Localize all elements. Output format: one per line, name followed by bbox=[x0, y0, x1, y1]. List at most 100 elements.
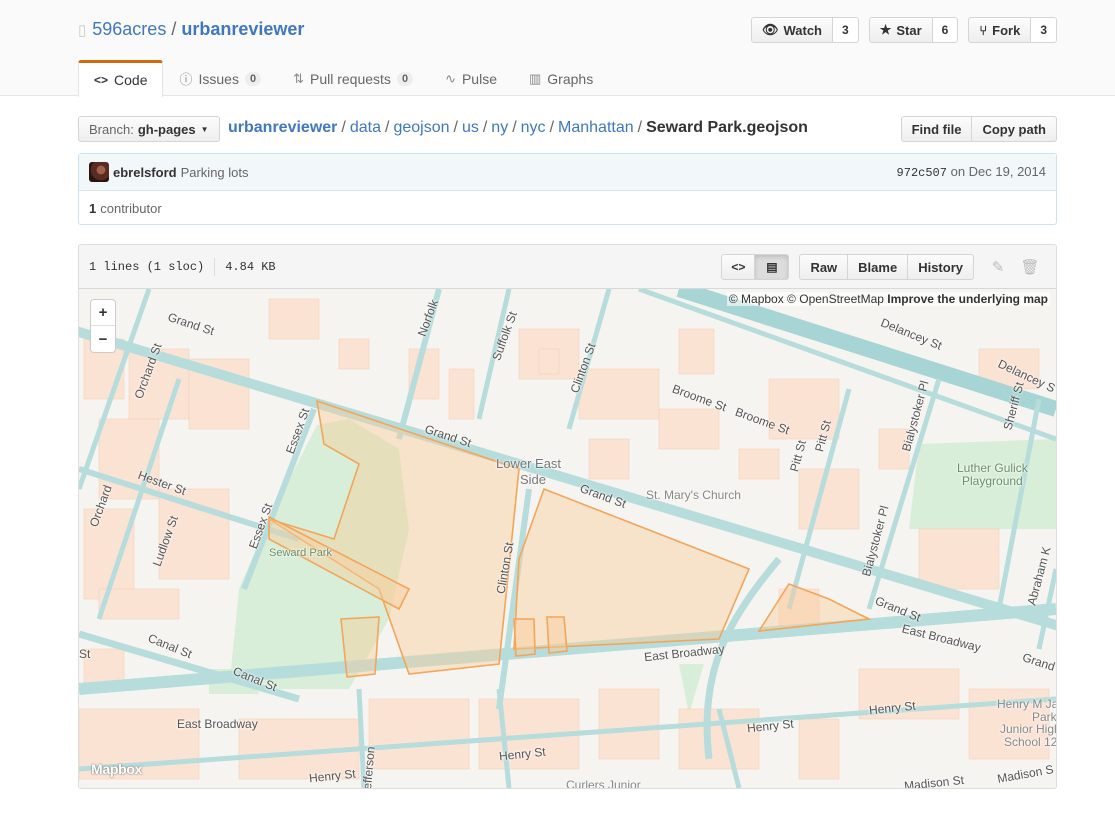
tab-issues-label: Issues bbox=[198, 70, 239, 87]
repo-actions: 👁 Watch 3 ★ Star 6 ⑂ Fork 3 bbox=[750, 17, 1057, 43]
file-navigation: Branch: gh-pages ▼ urbanreviewer / data / ge… bbox=[78, 116, 1057, 142]
feature-parcel-south-3 bbox=[546, 616, 568, 654]
tab-code-label: Code bbox=[114, 72, 148, 88]
map-attribution: © Mapbox © OpenStreetMap Improve the und… bbox=[726, 292, 1050, 306]
pull-requests-counter: 0 bbox=[396, 71, 414, 86]
file-size: 4.84 KB bbox=[225, 259, 276, 274]
copy-path-button[interactable]: Copy path bbox=[972, 116, 1057, 142]
fork-icon: ⑂ bbox=[979, 22, 988, 38]
fork-group: ⑂ Fork 3 bbox=[968, 17, 1057, 43]
file-view: 1 lines (1 sloc) 4.84 KB <> ▤ Raw Blame … bbox=[78, 244, 1057, 789]
pencil-icon[interactable]: ✎ bbox=[982, 254, 1014, 280]
breadcrumb: urbanreviewer / data / geojson / us / ny / nyc / Man… bbox=[228, 119, 808, 137]
map-label-park: Seward Park bbox=[269, 547, 332, 559]
code-icon: <> bbox=[94, 73, 109, 87]
file-header: 1 lines (1 sloc) 4.84 KB <> ▤ Raw Blame … bbox=[79, 245, 1056, 289]
tab-code[interactable]: <> Code bbox=[78, 60, 164, 97]
commit-tease: ebrelsford Parking lots 972c507 on Dec 1… bbox=[78, 153, 1057, 225]
repo-nav: <> Code ⓘ Issues 0 ⇅ Pull requests 0 ∿ P… bbox=[78, 60, 609, 97]
watch-count[interactable]: 3 bbox=[833, 17, 859, 43]
breadcrumb-link-data[interactable]: data bbox=[350, 119, 381, 136]
watch-label: Watch bbox=[783, 22, 822, 38]
zoom-in-button[interactable]: + bbox=[91, 300, 115, 326]
breadcrumb-separator: / bbox=[384, 119, 390, 136]
map-label-poi: School 12 bbox=[1004, 735, 1056, 749]
trash-icon[interactable]: 🗑 bbox=[1014, 254, 1046, 280]
star-count[interactable]: 6 bbox=[932, 17, 959, 43]
branch-name: gh-pages bbox=[137, 121, 196, 137]
repo-name-link[interactable]: urbanreviewer bbox=[181, 19, 304, 40]
fork-count[interactable]: 3 bbox=[1031, 17, 1057, 43]
tab-pulse-label: Pulse bbox=[461, 70, 497, 87]
pull-request-icon: ⇅ bbox=[293, 70, 304, 86]
breadcrumb-link-ny[interactable]: ny bbox=[491, 119, 508, 136]
commit-summary: ebrelsford Parking lots 972c507 on Dec 1… bbox=[79, 154, 1056, 191]
pulse-icon: ∿ bbox=[445, 70, 456, 86]
file-info: 1 lines (1 sloc) 4.84 KB bbox=[89, 257, 276, 276]
mapbox-logo[interactable]: Mapbox bbox=[91, 761, 142, 777]
issues-counter: 0 bbox=[244, 71, 262, 86]
tab-pull-requests[interactable]: ⇅ Pull requests 0 bbox=[277, 60, 429, 96]
map-label-poi: St. Mary's Church bbox=[646, 488, 741, 502]
branch-selector[interactable]: Branch: gh-pages ▼ bbox=[78, 116, 220, 142]
tab-graphs[interactable]: ▥ Graphs bbox=[513, 60, 609, 96]
breadcrumb-separator: / bbox=[549, 119, 555, 136]
source-view-button[interactable]: <> bbox=[721, 254, 756, 280]
tab-pulse[interactable]: ∿ Pulse bbox=[429, 60, 513, 96]
breadcrumb-root-link[interactable]: urbanreviewer bbox=[228, 119, 337, 136]
caret-down-icon: ▼ bbox=[200, 124, 209, 134]
contributors[interactable]: 1 contributor bbox=[79, 191, 1056, 225]
avatar[interactable] bbox=[89, 162, 109, 182]
improve-map-link[interactable]: Improve the underlying map bbox=[887, 292, 1048, 306]
file-lines: 1 lines (1 sloc) bbox=[89, 259, 205, 274]
geojson-map[interactable]: + − © Mapbox © OpenStreetMap Improve the… bbox=[79, 289, 1056, 788]
breadcrumb-separator: / bbox=[482, 119, 488, 136]
tab-issues[interactable]: ⓘ Issues 0 bbox=[163, 60, 277, 96]
commit-date: on Dec 19, 2014 bbox=[950, 164, 1046, 179]
breadcrumb-separator: / bbox=[512, 119, 517, 136]
feature-parcel-south-1 bbox=[340, 616, 380, 678]
attribution-text[interactable]: © Mapbox © OpenStreetMap bbox=[729, 292, 884, 306]
fork-button[interactable]: ⑂ Fork bbox=[968, 17, 1032, 43]
tab-graphs-label: Graphs bbox=[547, 70, 594, 87]
map-label-park: Luther Gulick bbox=[957, 461, 1028, 475]
star-button[interactable]: ★ Star bbox=[868, 17, 933, 43]
watch-button[interactable]: 👁 Watch bbox=[750, 17, 833, 43]
breadcrumb-separator: / bbox=[637, 119, 643, 136]
fork-label: Fork bbox=[992, 22, 1021, 38]
watch-group: 👁 Watch 3 bbox=[750, 17, 859, 43]
feature-parcel-south-2 bbox=[513, 618, 536, 657]
view-toggle: <> ▤ bbox=[721, 254, 790, 280]
repo-header: ▯ 596acres / urbanreviewer 👁 Watch 3 ★ S… bbox=[0, 0, 1115, 97]
raw-button[interactable]: Raw bbox=[799, 254, 849, 280]
blame-button[interactable]: Blame bbox=[848, 254, 909, 280]
find-file-button[interactable]: Find file bbox=[900, 116, 973, 142]
star-label: Star bbox=[896, 22, 922, 38]
repo-book-icon: ▯ bbox=[78, 21, 87, 39]
breadcrumb-link-geojson[interactable]: geojson bbox=[393, 119, 449, 136]
zoom-out-button[interactable]: − bbox=[91, 326, 115, 352]
map-label-neighborhood: Lower East bbox=[496, 456, 562, 471]
breadcrumb-separator: / bbox=[341, 119, 346, 136]
commit-message[interactable]: Parking lots bbox=[181, 165, 249, 180]
contributors-label: contributor bbox=[100, 200, 162, 216]
contributors-count: 1 bbox=[89, 200, 97, 216]
tab-pull-requests-label: Pull requests bbox=[310, 70, 391, 87]
history-button[interactable]: History bbox=[908, 254, 974, 280]
eye-icon: 👁 bbox=[761, 22, 779, 37]
file-nav-actions: Find file Copy path bbox=[900, 116, 1057, 142]
breadcrumb-link-us[interactable]: us bbox=[462, 119, 479, 136]
rendered-view-button[interactable]: ▤ bbox=[755, 254, 790, 280]
commit-sha[interactable]: 972c507 bbox=[897, 166, 947, 180]
map-label-poi: Curlers Junior bbox=[566, 778, 641, 788]
map-label-park: Playground bbox=[962, 474, 1023, 488]
repo-owner-link[interactable]: 596acres bbox=[92, 19, 166, 40]
breadcrumb-link-nyc[interactable]: nyc bbox=[521, 119, 546, 136]
breadcrumb-separator: / bbox=[453, 119, 458, 136]
map-label-street: East Broadway bbox=[177, 717, 258, 731]
repo-title-separator: / bbox=[171, 19, 177, 39]
file-info-divider bbox=[214, 257, 216, 276]
map-label-poi: Junior High bbox=[1000, 722, 1056, 736]
breadcrumb-link-manhattan[interactable]: Manhattan bbox=[558, 119, 634, 136]
commit-author[interactable]: ebrelsford bbox=[113, 165, 177, 180]
